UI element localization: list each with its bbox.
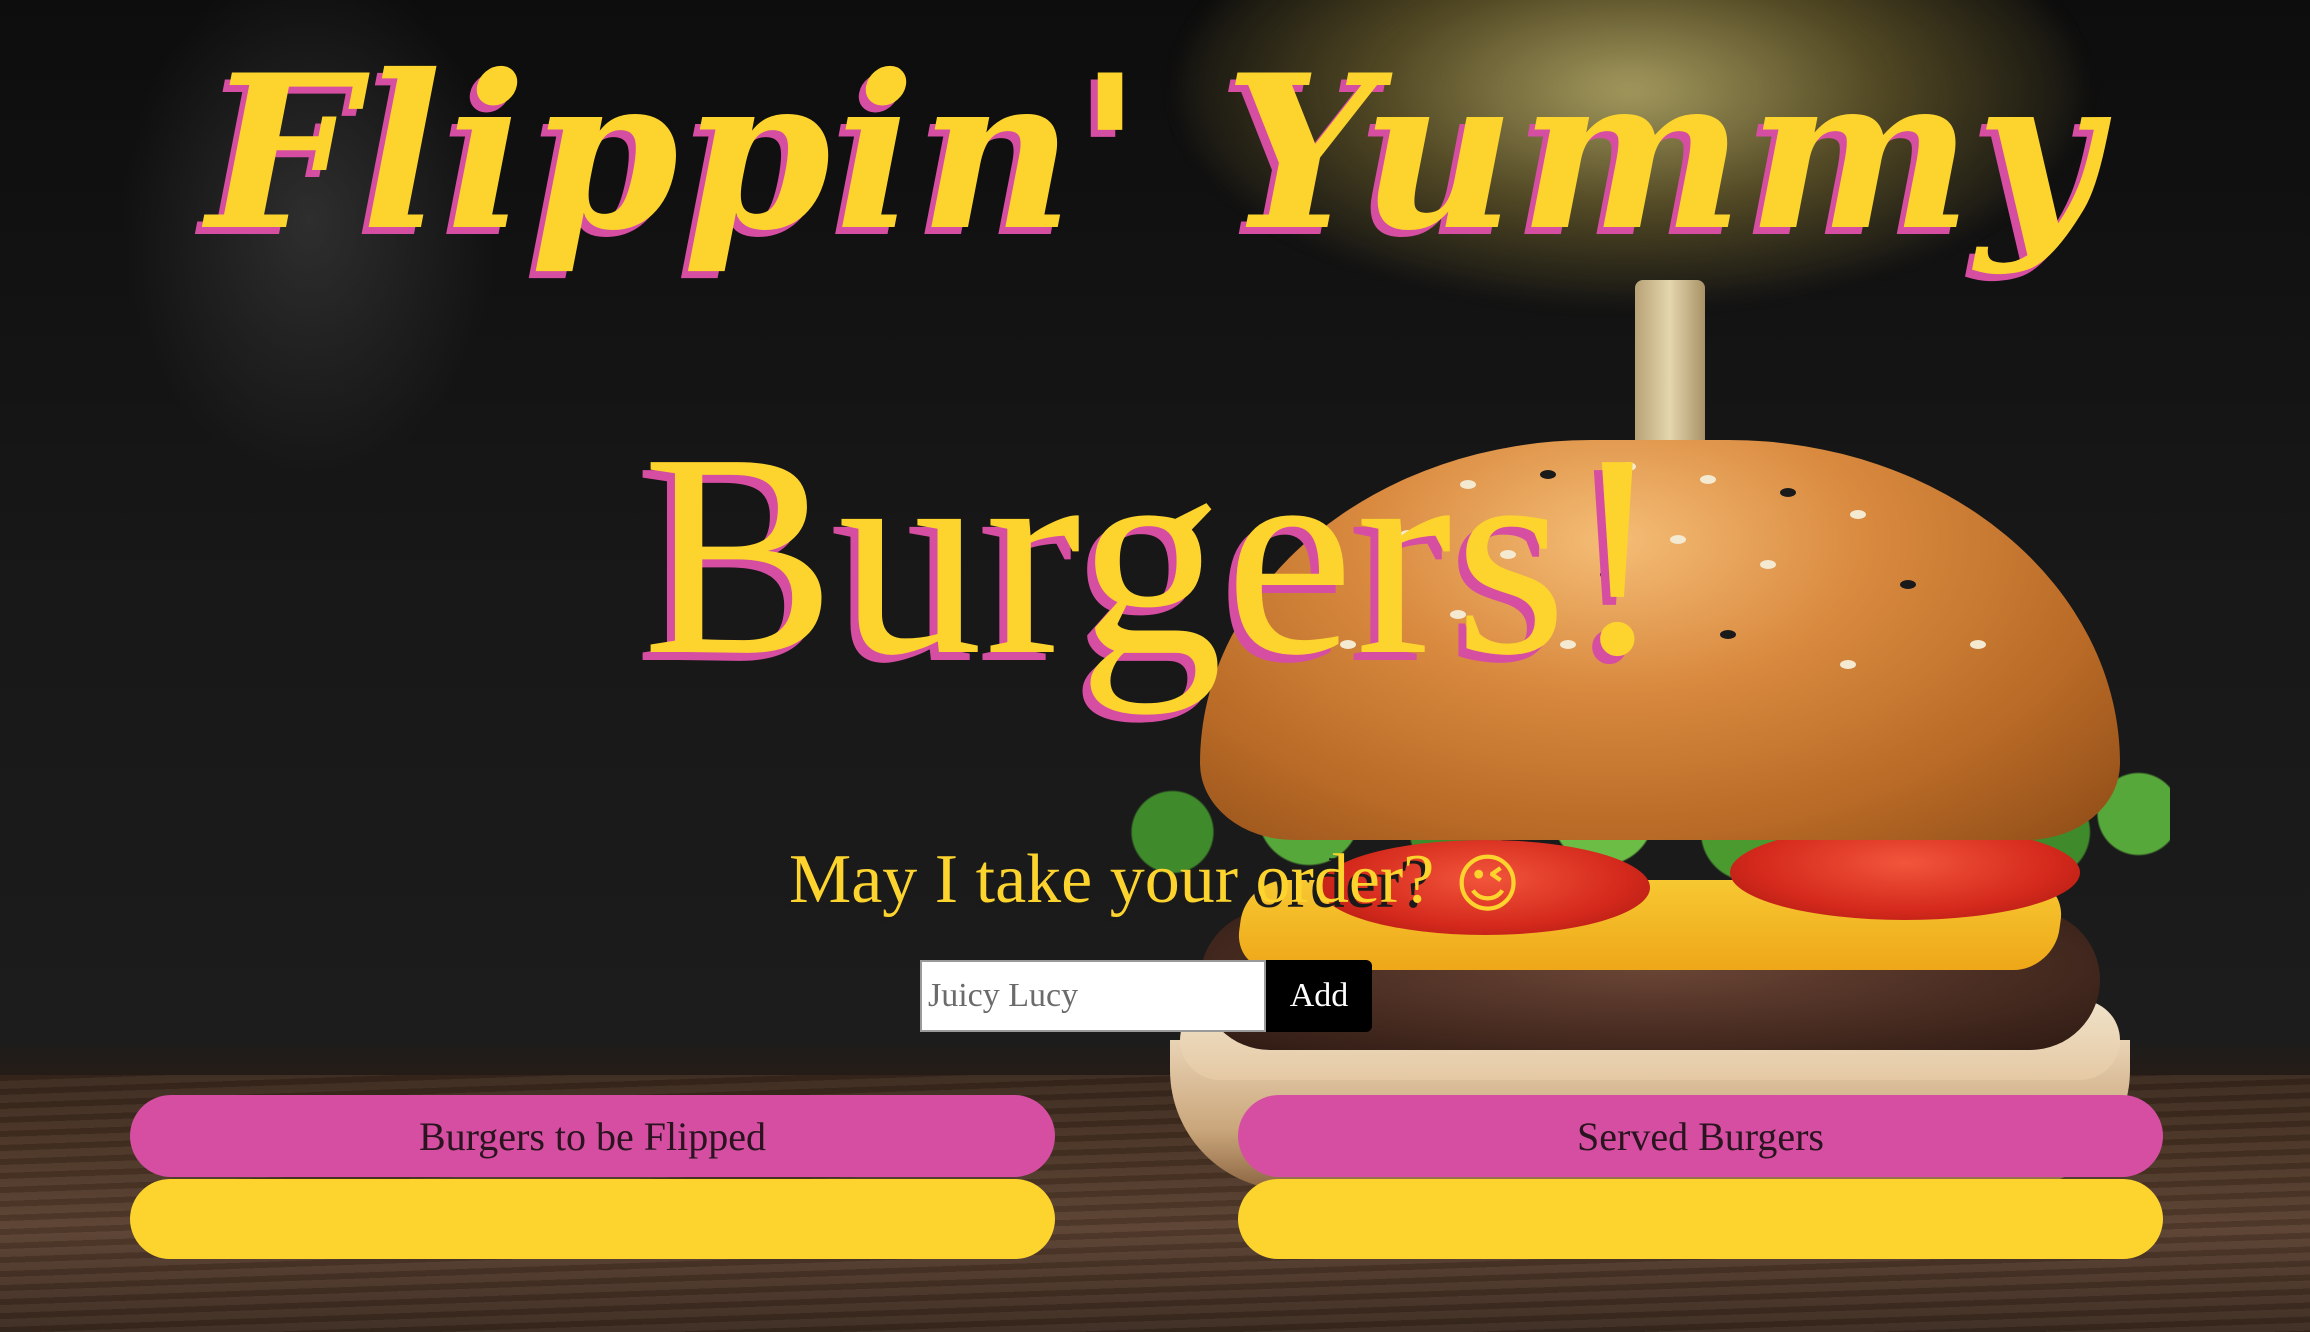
served-header: Served Burgers xyxy=(1238,1095,2163,1177)
to-flip-column: Burgers to be Flipped xyxy=(130,1095,1055,1259)
wink-emoji-icon: 😉 xyxy=(1454,848,1521,922)
page-title-line-2: Burgers! xyxy=(642,394,1668,715)
to-flip-header: Burgers to be Flipped xyxy=(130,1095,1055,1177)
order-prompt: May I take your order? 😉 xyxy=(0,840,2310,922)
to-flip-list xyxy=(130,1179,1055,1259)
order-form: Add xyxy=(920,960,1372,1032)
page-title-line-1: Flippin' Yummy xyxy=(206,28,2104,277)
burger-name-input[interactable] xyxy=(920,960,1266,1032)
served-list xyxy=(1238,1179,2163,1259)
order-prompt-text: May I take your order? xyxy=(789,841,1435,918)
add-button[interactable]: Add xyxy=(1266,960,1372,1032)
served-column: Served Burgers xyxy=(1238,1095,2163,1259)
